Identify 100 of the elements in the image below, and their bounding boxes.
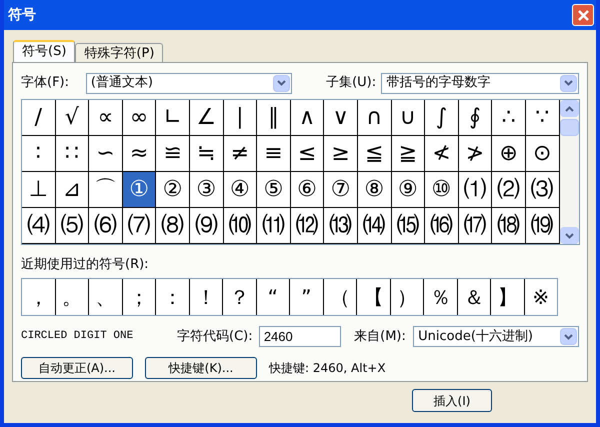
dropdown-button[interactable] [560, 328, 577, 345]
symbol-cell[interactable]: ≡ [257, 136, 291, 172]
recent-symbol-cell[interactable]: ！ [190, 278, 223, 314]
symbol-cell[interactable]: ⊕ [492, 136, 526, 172]
symbol-cell[interactable]: ∪ [392, 100, 426, 136]
recent-symbol-cell[interactable]: 、 [89, 278, 122, 314]
tab[interactable]: 特殊字符(P) [75, 43, 164, 62]
symbol-cell[interactable]: ⑥ [290, 172, 324, 208]
symbol-cell[interactable]: ≯ [458, 136, 492, 172]
recent-symbol-cell[interactable]: ＆ [458, 278, 491, 314]
symbol-cell[interactable]: ③ [190, 172, 224, 208]
symbol-cell[interactable]: ∟ [156, 100, 190, 136]
symbol-cell[interactable]: ⒀ [324, 208, 358, 244]
symbol-cell[interactable]: ∠ [190, 100, 224, 136]
tab[interactable]: 符号(S) [13, 40, 76, 62]
symbol-cell[interactable]: ∵ [526, 100, 560, 136]
symbol-cell[interactable]: ⑽ [224, 208, 258, 244]
dropdown-field[interactable]: 带括号的字母数字 [381, 72, 580, 94]
close-button[interactable] [572, 4, 594, 26]
symbol-cell[interactable]: ≤ [290, 136, 324, 172]
symbol-cell[interactable]: ⒆ [526, 208, 560, 244]
symbol-cell[interactable]: ⒁ [358, 208, 392, 244]
symbol-cell[interactable]: ② [156, 172, 190, 208]
symbol-cell[interactable]: ∽ [89, 136, 123, 172]
symbol-cell[interactable]: ≈ [122, 136, 156, 172]
symbol-cell[interactable]: ∣ [224, 100, 258, 136]
symbol-cell[interactable]: ∝ [89, 100, 123, 136]
chevron-down-icon [564, 232, 574, 238]
symbol-cell[interactable]: ⑧ [358, 172, 392, 208]
symbol-cell[interactable]: ⊙ [526, 136, 560, 172]
symbol-cell[interactable]: ∮ [458, 100, 492, 136]
scroll-down-button[interactable] [560, 227, 578, 244]
symbol-cell[interactable]: ∴ [492, 100, 526, 136]
dialog-button[interactable]: 快捷键(K)... [145, 356, 257, 378]
symbol-cell[interactable]: ⑾ [257, 208, 291, 244]
symbol-cell[interactable]: ⑷ [22, 208, 56, 244]
symbol-cell[interactable]: ⑤ [257, 172, 291, 208]
dropdown-button[interactable] [560, 74, 578, 92]
symbol-cell[interactable]: ≒ [190, 136, 224, 172]
symbol-cell[interactable]: ≧ [392, 136, 426, 172]
symbol-cell[interactable]: ∶ [22, 136, 56, 172]
recent-symbol-cell[interactable]: ， [22, 278, 56, 314]
symbol-cell[interactable]: ≦ [358, 136, 392, 172]
dialog-button[interactable]: 自动更正(A)... [21, 356, 133, 378]
symbol-cell[interactable]: ④ [224, 172, 258, 208]
symbol-cell[interactable]: ≥ [324, 136, 358, 172]
symbol-cell[interactable]: ⑻ [156, 208, 190, 244]
char-code-field[interactable]: 2460 [258, 326, 342, 347]
recent-symbol-cell[interactable]: 【 [357, 278, 390, 314]
recent-symbol-cell[interactable]: ： [156, 278, 190, 314]
from-label: 来自(M): [354, 328, 407, 346]
recent-symbol-cell[interactable]: ； [122, 278, 156, 314]
symbol-cell[interactable]: ⒅ [492, 208, 526, 244]
symbol-cell[interactable]: ≠ [224, 136, 258, 172]
recent-symbol-cell[interactable]: ？ [223, 278, 256, 314]
scrollbar[interactable] [560, 100, 578, 244]
recent-symbol-cell[interactable]: “ [256, 278, 290, 314]
symbol-cell[interactable]: ⊿ [56, 172, 90, 208]
symbol-cell[interactable]: ∥ [257, 100, 291, 136]
symbol-cell[interactable]: ⑦ [324, 172, 358, 208]
symbol-cell[interactable]: ∨ [324, 100, 358, 136]
symbol-cell[interactable]: ⒂ [392, 208, 426, 244]
symbol-cell[interactable]: ∧ [290, 100, 324, 136]
symbol-cell[interactable]: ⒃ [425, 208, 459, 244]
symbol-cell[interactable]: ⌒ [89, 172, 123, 208]
symbol-cell[interactable]: ⒄ [458, 208, 492, 244]
recent-symbol-cell[interactable]: 。 [56, 278, 89, 314]
recent-symbol-cell[interactable]: ） [390, 278, 424, 314]
symbol-cell[interactable]: ⑴ [458, 172, 492, 208]
scroll-thumb[interactable] [560, 119, 578, 136]
recent-symbol-cell[interactable]: ” [290, 278, 324, 314]
symbol-cell[interactable]: ⑩ [425, 172, 459, 208]
character-name: CIRCLED DIGIT ONE [21, 329, 134, 344]
scroll-up-button[interactable] [560, 100, 578, 117]
symbol-cell[interactable]: ⑹ [89, 208, 123, 244]
symbol-cell[interactable]: ① [122, 172, 156, 208]
symbol-cell[interactable]: ⑨ [392, 172, 426, 208]
symbol-cell[interactable]: ⑸ [56, 208, 90, 244]
symbol-cell[interactable]: √ [56, 100, 90, 136]
symbol-cell[interactable]: ⑼ [190, 208, 224, 244]
recent-symbol-cell[interactable]: ％ [424, 278, 458, 314]
symbol-cell[interactable]: ⑵ [492, 172, 526, 208]
dropdown-field[interactable]: Unicode(十六进制) [413, 326, 579, 347]
symbol-cell[interactable]: ⑶ [526, 172, 560, 208]
dropdown-field[interactable]: (普通文本) [86, 72, 292, 94]
dropdown-button[interactable] [273, 74, 290, 92]
symbol-cell[interactable]: ∷ [56, 136, 90, 172]
symbol-cell[interactable]: ∫ [425, 100, 459, 136]
insert-button[interactable]: 插入(I) [412, 389, 492, 412]
symbol-cell[interactable]: ∩ [358, 100, 392, 136]
symbol-cell[interactable]: ≌ [156, 136, 190, 172]
symbol-cell[interactable]: ⊥ [22, 172, 56, 208]
recent-symbol-cell[interactable]: ※ [524, 278, 557, 314]
symbol-cell[interactable]: ⑺ [122, 208, 156, 244]
recent-symbol-cell[interactable]: 】 [491, 278, 524, 314]
symbol-cell[interactable]: ⑿ [290, 208, 324, 244]
symbol-cell[interactable]: / [22, 100, 56, 136]
recent-symbol-cell[interactable]: （ [324, 278, 357, 314]
symbol-cell[interactable]: ≮ [425, 136, 459, 172]
symbol-cell[interactable]: ∞ [122, 100, 156, 136]
